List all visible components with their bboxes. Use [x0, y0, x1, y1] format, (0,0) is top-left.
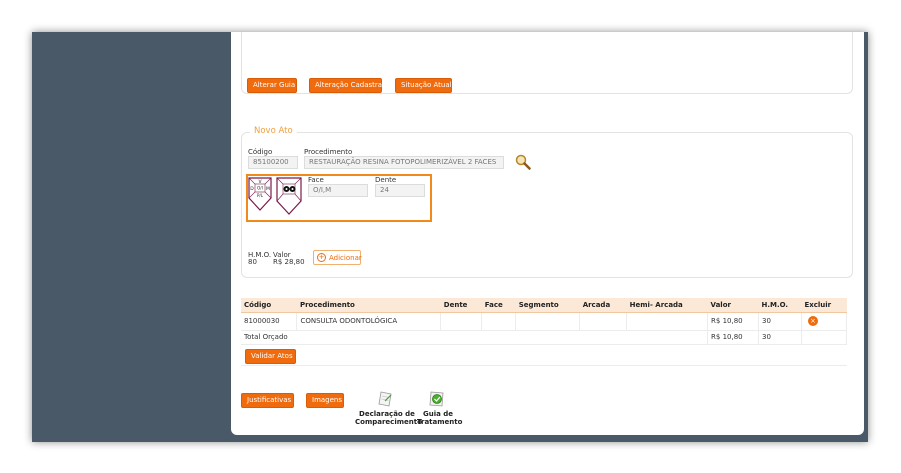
face-label: Face	[308, 176, 324, 184]
th-valor: Valor	[707, 298, 759, 313]
face-field[interactable]: O/I,M	[308, 184, 368, 197]
procedures-table: Código Procedimento Dente Face Segmento …	[241, 298, 848, 366]
total-row: Total Orçado R$ 10,80 30	[241, 330, 848, 345]
total-empty	[801, 330, 848, 345]
dente-label: Dente	[375, 176, 397, 184]
declaracao-line2: Comparecimento	[355, 418, 422, 426]
cell-hmo: 30	[758, 312, 802, 331]
validar-row	[241, 344, 847, 366]
novo-ato-legend: Novo Ato	[250, 126, 297, 136]
total-label: Total Orçado	[241, 330, 709, 345]
guia-line1: Guia de	[422, 410, 454, 418]
codigo-label: Código	[248, 148, 273, 156]
procedimento-field[interactable]: RESTAURAÇÃO RESINA FOTOPOLIMERIZÁVEL 2 F…	[304, 156, 504, 169]
th-segmento: Segmento	[515, 298, 580, 313]
adicionar-button[interactable]: + Adicionar	[313, 250, 362, 265]
tooth-face-map[interactable]: V D O/I M P/L	[248, 177, 272, 211]
cell-codigo: 81000030	[241, 312, 298, 331]
guia-line2: Tratamento	[417, 418, 463, 426]
total-valor: R$ 10,80	[707, 330, 759, 345]
situacao-atual-button[interactable]: Situação Atual	[395, 78, 452, 93]
tooth-selection-box	[246, 174, 432, 222]
cell-valor: R$ 10,80	[707, 312, 759, 331]
tooth-selected-icon[interactable]	[276, 177, 302, 215]
guia-tratamento-icon[interactable]	[428, 390, 446, 408]
search-procedure-icon[interactable]	[515, 154, 531, 170]
th-dente: Dente	[440, 298, 482, 313]
codigo-field[interactable]: 85100200	[248, 156, 298, 169]
guia-tratamento-link[interactable]: Guia de Tratamento	[417, 410, 463, 426]
dente-field[interactable]: 24	[375, 184, 425, 197]
cell-segmento	[515, 312, 581, 331]
window-frame: Alterar Guia Alteração Cadastral Situaçã…	[32, 32, 868, 442]
alterar-guia-button[interactable]: Alterar Guia	[247, 78, 297, 93]
adicionar-label: Adicionar	[329, 254, 362, 262]
tooth-face-d: D	[250, 186, 254, 192]
cell-procedimento: CONSULTA ODONTOLÓGICA	[296, 312, 442, 331]
justificativas-button[interactable]: Justificativas	[241, 393, 294, 408]
cell-excluir: ×	[801, 312, 848, 331]
table-row: 81000030 CONSULTA ODONTOLÓGICA R$ 10,80 …	[241, 312, 848, 331]
content-panel: Alterar Guia Alteração Cadastral Situaçã…	[231, 32, 864, 435]
cell-hemi-arcada	[626, 312, 709, 331]
valor-value: R$ 28,80	[273, 258, 305, 266]
hmo-value: 80	[248, 258, 257, 266]
table-header-row: Código Procedimento Dente Face Segmento …	[241, 298, 847, 313]
total-hmo: 30	[758, 330, 802, 345]
tooth-face-m: M	[266, 186, 270, 192]
delete-icon[interactable]: ×	[807, 316, 818, 326]
cell-dente	[440, 312, 483, 331]
cell-face	[481, 312, 517, 331]
validar-atos-button[interactable]: Validar Atos	[245, 349, 296, 364]
declaracao-line1: Declaração de	[359, 410, 415, 418]
tooth-face-oi: O/I	[257, 186, 263, 191]
declaracao-comparecimento-link[interactable]: Declaração de Comparecimento	[355, 410, 422, 426]
cell-arcada	[579, 312, 628, 331]
declaracao-comparecimento-icon[interactable]	[378, 390, 394, 408]
th-codigo: Código	[241, 298, 297, 313]
validar-cell	[241, 344, 847, 366]
procedimento-label: Procedimento	[304, 148, 353, 156]
imagens-button[interactable]: Imagens	[306, 393, 344, 408]
tooth-face-pl: P/L	[257, 193, 264, 198]
alteracao-cadastral-button[interactable]: Alteração Cadastral	[309, 78, 384, 93]
th-procedimento: Procedimento	[296, 298, 441, 313]
th-arcada: Arcada	[579, 298, 627, 313]
th-hemi-arcada: Hemi- Arcada	[626, 298, 708, 313]
add-icon: +	[317, 253, 326, 262]
th-hmo: H.M.O.	[758, 298, 802, 313]
th-excluir: Excluir	[801, 298, 847, 313]
th-face: Face	[481, 298, 516, 313]
